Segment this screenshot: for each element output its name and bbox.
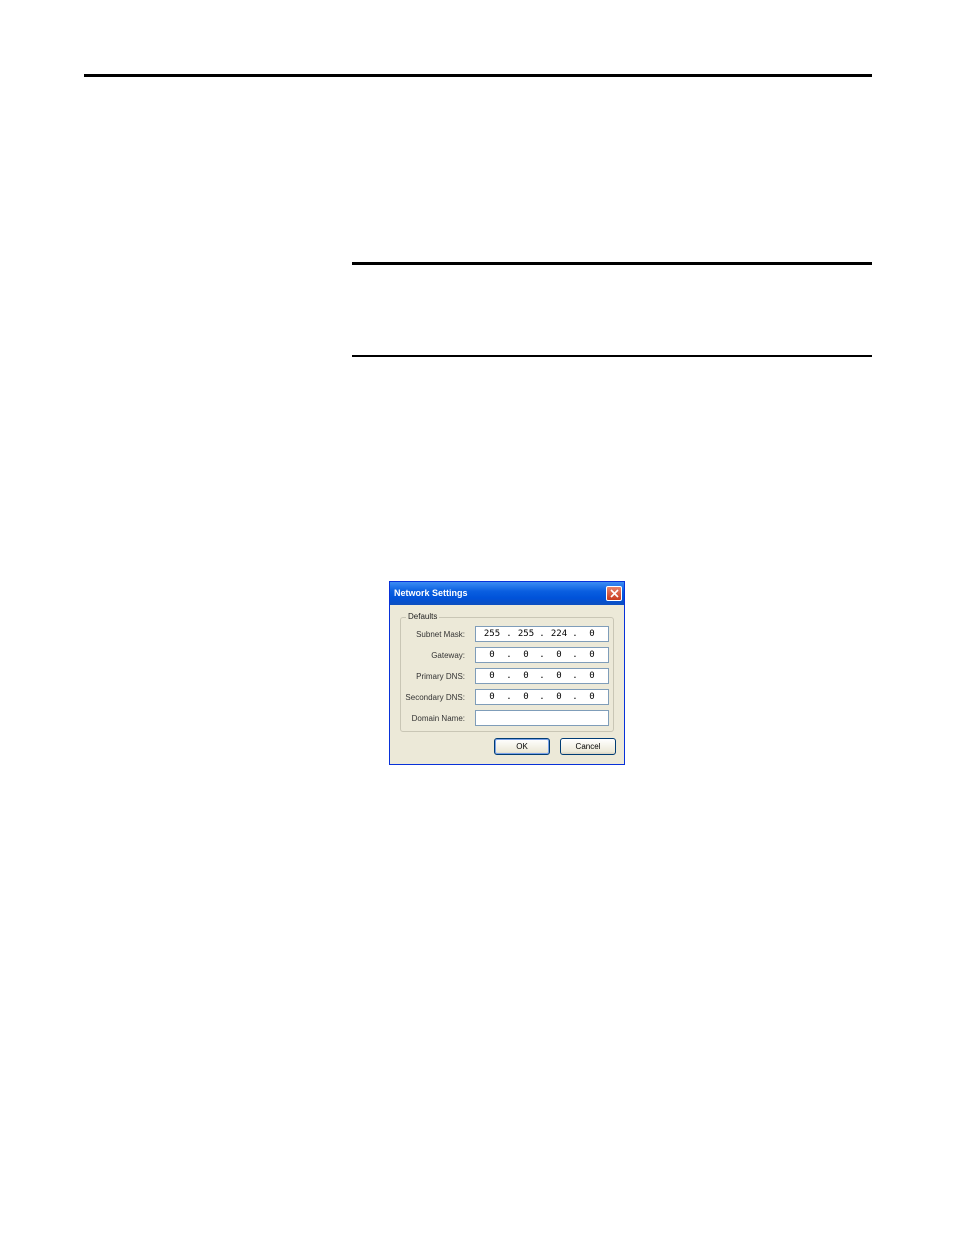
ip-dot: . (539, 629, 545, 639)
ip-dot: . (506, 671, 512, 681)
ip-octet: 224 (550, 629, 568, 639)
primary-dns-label: Primary DNS: (416, 672, 465, 681)
ip-octet: 0 (556, 692, 562, 702)
subnet-mask-label: Subnet Mask: (416, 630, 465, 639)
ip-dot: . (572, 692, 578, 702)
network-settings-dialog: Network Settings Defaults Subnet Mask: 2… (389, 581, 625, 765)
ip-dot: . (506, 650, 512, 660)
page-header-rule (84, 74, 872, 77)
ip-octet: 0 (489, 650, 495, 660)
ip-octet: 0 (489, 671, 495, 681)
ip-octet: 0 (489, 692, 495, 702)
note-bottom-rule (352, 355, 872, 357)
dialog-title: Network Settings (394, 588, 468, 598)
ip-octet: 0 (589, 692, 595, 702)
gateway-input[interactable]: 0 . 0 . 0 . 0 (475, 647, 609, 663)
primary-dns-input[interactable]: 0 . 0 . 0 . 0 (475, 668, 609, 684)
ip-octet: 0 (523, 692, 529, 702)
ip-octet: 0 (589, 650, 595, 660)
ip-dot: . (506, 692, 512, 702)
ip-dot: . (572, 671, 578, 681)
ip-dot: . (572, 650, 578, 660)
cancel-button[interactable]: Cancel (560, 738, 616, 755)
secondary-dns-label: Secondary DNS: (405, 693, 465, 702)
note-top-rule (352, 262, 872, 265)
defaults-group-label: Defaults (406, 612, 440, 621)
subnet-mask-input[interactable]: 255 . 255 . 224 . 0 (475, 626, 609, 642)
secondary-dns-input[interactable]: 0 . 0 . 0 . 0 (475, 689, 609, 705)
ip-dot: . (506, 629, 512, 639)
ip-dot: . (539, 692, 545, 702)
ip-octet: 0 (523, 671, 529, 681)
ok-button[interactable]: OK (494, 738, 550, 755)
close-button[interactable] (606, 586, 622, 601)
ip-dot: . (539, 671, 545, 681)
ip-octet: 0 (556, 650, 562, 660)
ip-octet: 0 (556, 671, 562, 681)
ip-octet: 0 (589, 671, 595, 681)
ip-octet: 255 (483, 629, 501, 639)
ip-dot: . (539, 650, 545, 660)
ip-octet: 255 (517, 629, 535, 639)
domain-name-label: Domain Name: (411, 714, 465, 723)
close-icon (610, 589, 619, 598)
gateway-label: Gateway: (431, 651, 465, 660)
ip-dot: . (572, 629, 578, 639)
dialog-titlebar[interactable]: Network Settings (390, 582, 624, 605)
ip-octet: 0 (589, 629, 595, 639)
domain-name-input[interactable] (475, 710, 609, 726)
ip-octet: 0 (523, 650, 529, 660)
